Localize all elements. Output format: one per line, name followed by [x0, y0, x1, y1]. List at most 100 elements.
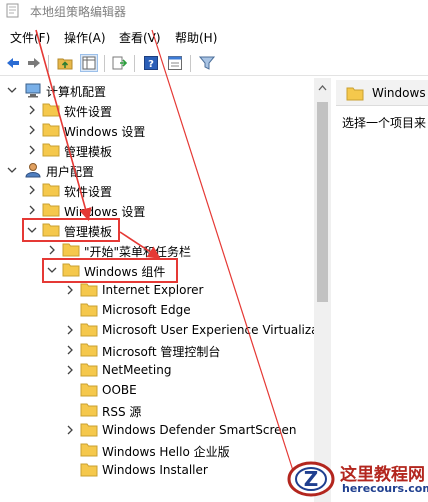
- tree-node-label: 管理模板: [64, 145, 113, 159]
- tree-node-label: Microsoft Edge: [102, 303, 191, 317]
- menu-action[interactable]: 操作(A): [64, 29, 106, 46]
- chevron-right-icon[interactable]: [64, 283, 76, 297]
- folder-icon: [42, 103, 60, 117]
- tree-node-uc-windows[interactable]: Windows 设置: [0, 200, 314, 220]
- tree-node-cc-windows[interactable]: Windows 设置: [0, 120, 314, 140]
- up-folder-icon: [57, 58, 73, 70]
- folder-icon: [80, 383, 98, 397]
- chevron-right-icon[interactable]: [64, 343, 76, 357]
- tree-node-defender-smartscreen[interactable]: Windows Defender SmartScreen: [0, 420, 314, 440]
- tree-node-label: 计算机配置: [46, 85, 107, 99]
- menu-file[interactable]: 文件(F): [10, 29, 50, 46]
- scroll-up-icon[interactable]: [317, 84, 328, 92]
- folder-icon: [80, 423, 98, 437]
- menu-help[interactable]: 帮助(H): [175, 29, 217, 46]
- tree-node-label: RSS 源: [102, 405, 142, 419]
- title-bar: 本地组策略编辑器: [0, 0, 428, 22]
- tree-node-label: Windows Hello 企业版: [102, 445, 230, 459]
- highlight-box-windows-components: [42, 258, 178, 283]
- tree-node-mmc[interactable]: Microsoft 管理控制台: [0, 340, 314, 360]
- toolbar-separator: [190, 55, 191, 72]
- folder-icon: [346, 87, 364, 101]
- tree-node-label: Windows Defender SmartScreen: [102, 423, 297, 437]
- toolbar-separator: [48, 55, 49, 72]
- tree-node-microsoft-edge[interactable]: Microsoft Edge: [0, 300, 314, 320]
- tree-node-label: Windows 设置: [64, 125, 146, 139]
- chevron-right-icon[interactable]: [26, 203, 38, 217]
- folder-icon: [80, 303, 98, 317]
- chevron-right-icon[interactable]: [46, 243, 58, 257]
- toolbar: ?: [0, 50, 428, 76]
- chevron-down-icon[interactable]: [6, 163, 18, 177]
- tree-node-label: Microsoft User Experience Virtualiza: [102, 323, 314, 337]
- tree-node-internet-explorer[interactable]: Internet Explorer: [0, 280, 314, 300]
- chevron-right-icon[interactable]: [26, 183, 38, 197]
- tree-node-user-config[interactable]: 用户配置: [0, 160, 314, 180]
- folder-icon: [80, 343, 98, 357]
- tree-node-rss[interactable]: RSS 源: [0, 400, 314, 420]
- show-hide-tree-button[interactable]: [80, 54, 98, 72]
- tree-pane: 计算机配置 软件设置 Windows 设置 管理模板 用户配置 软件设置 Win…: [0, 78, 314, 502]
- tree-node-label: 软件设置: [64, 185, 113, 199]
- folder-icon: [80, 403, 98, 417]
- menu-bar: 文件(F) 操作(A) 查看(V) 帮助(H): [0, 27, 428, 47]
- export-list-icon: [112, 56, 128, 70]
- logo-letter: Z: [304, 467, 319, 491]
- folder-icon: [42, 203, 60, 217]
- svg-text:?: ?: [148, 59, 154, 70]
- tree-node-label: OOBE: [102, 383, 137, 397]
- folder-icon: [80, 443, 98, 457]
- tree-node-start-menu[interactable]: "开始"菜单和任务栏: [0, 240, 314, 260]
- tree-node-computer-config[interactable]: 计算机配置: [0, 80, 314, 100]
- export-list-button[interactable]: [111, 54, 129, 72]
- back-button[interactable]: [4, 54, 22, 72]
- tree-node-label: NetMeeting: [102, 363, 172, 377]
- help-button[interactable]: ?: [142, 54, 160, 72]
- right-pane-title: Windows: [372, 86, 426, 100]
- computer-icon: [25, 83, 41, 98]
- highlight-box-admin-templates: [22, 218, 120, 242]
- properties-button[interactable]: [166, 54, 184, 72]
- tree-node-netmeeting[interactable]: NetMeeting: [0, 360, 314, 380]
- folder-icon: [42, 143, 60, 157]
- tree-node-cc-software[interactable]: 软件设置: [0, 100, 314, 120]
- folder-icon: [62, 243, 80, 257]
- tree-node-ue-virtualization[interactable]: Microsoft User Experience Virtualiza: [0, 320, 314, 340]
- scrollbar-thumb[interactable]: [317, 102, 328, 302]
- tree-node-label: Windows Installer: [102, 463, 208, 477]
- chevron-down-icon[interactable]: [6, 83, 18, 97]
- tree-node-label: 软件设置: [64, 105, 113, 119]
- tree-node-uc-software[interactable]: 软件设置: [0, 180, 314, 200]
- chevron-right-icon[interactable]: [64, 363, 76, 377]
- tree-node-hello-business[interactable]: Windows Hello 企业版: [0, 440, 314, 460]
- menu-view[interactable]: 查看(V): [119, 29, 161, 46]
- show-hide-tree-icon: [82, 56, 96, 70]
- site-watermark: Z 这里教程网 herecours.com: [282, 458, 428, 500]
- chevron-right-icon[interactable]: [64, 323, 76, 337]
- forward-arrow-icon: [28, 58, 40, 68]
- tree-node-label: Internet Explorer: [102, 283, 204, 297]
- help-icon: ?: [144, 56, 158, 70]
- back-arrow-icon: [7, 58, 19, 68]
- chevron-right-icon[interactable]: [26, 143, 38, 157]
- tree-node-label: Microsoft 管理控制台: [102, 345, 221, 359]
- tree-node-windows-installer[interactable]: Windows Installer: [0, 460, 314, 480]
- right-pane-hint: 选择一个项目来: [342, 116, 427, 130]
- folder-icon: [80, 323, 98, 337]
- chevron-right-icon[interactable]: [26, 123, 38, 137]
- up-one-level-button[interactable]: [56, 54, 74, 72]
- tree-node-oobe[interactable]: OOBE: [0, 380, 314, 400]
- toolbar-separator: [104, 55, 105, 72]
- watermark-url: herecours.com: [342, 482, 428, 495]
- tree-scrollbar[interactable]: [314, 78, 331, 502]
- folder-icon: [80, 363, 98, 377]
- filter-button[interactable]: [198, 54, 216, 72]
- tree-node-cc-admin-templates[interactable]: 管理模板: [0, 140, 314, 160]
- chevron-right-icon[interactable]: [64, 423, 76, 437]
- folder-icon: [80, 283, 98, 297]
- folder-icon: [42, 123, 60, 137]
- site-logo-icon: Z: [287, 461, 335, 497]
- chevron-right-icon[interactable]: [26, 103, 38, 117]
- forward-button[interactable]: [25, 54, 43, 72]
- filter-icon: [199, 56, 215, 70]
